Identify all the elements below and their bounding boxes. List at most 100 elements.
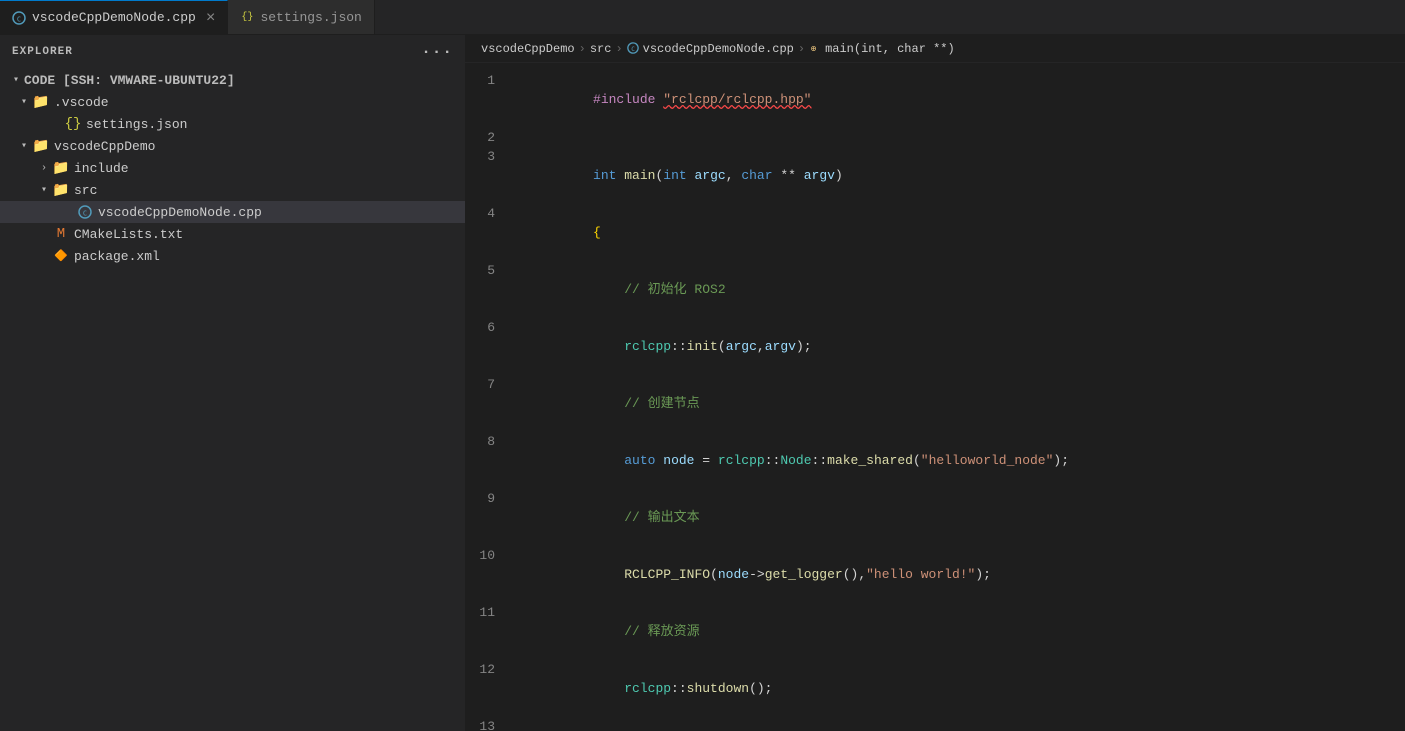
- line-code-6: rclcpp::init(argc,argv);: [515, 318, 812, 375]
- line-num-1: 1: [465, 71, 515, 90]
- xml-icon: 🔶: [52, 249, 70, 263]
- svg-text:C: C: [631, 46, 635, 53]
- code-line-8: 8 auto node = rclcpp::Node::make_shared(…: [465, 432, 1405, 489]
- tree-root[interactable]: ▾ CODE [SSH: VMWARE-UBUNTU22]: [0, 69, 465, 91]
- sep1: ›: [579, 42, 586, 56]
- cmake-icon: M: [52, 226, 70, 242]
- line-num-5: 5: [465, 261, 515, 280]
- tree-item-cmake[interactable]: M CMakeLists.txt: [0, 223, 465, 245]
- line-code-9: // 输出文本: [515, 489, 700, 546]
- vscodecppdemo-label: vscodeCppDemo: [54, 139, 155, 154]
- breadcrumb-project: vscodeCppDemo: [481, 42, 575, 56]
- line-num-9: 9: [465, 489, 515, 508]
- code-line-6: 6 rclcpp::init(argc,argv);: [465, 318, 1405, 375]
- line-code-1: #include "rclcpp/rclcpp.hpp": [515, 71, 811, 128]
- project-folder-icon: 📁: [32, 138, 50, 155]
- tab-cpp-label: vscodeCppDemoNode.cpp: [32, 10, 196, 25]
- tree-item-settings-json[interactable]: {} settings.json: [0, 113, 465, 135]
- tab-cpp-close[interactable]: ×: [206, 10, 216, 26]
- breadcrumb-filename: vscodeCppDemoNode.cpp: [643, 42, 794, 56]
- code-line-2: 2: [465, 128, 1405, 147]
- vscode-folder-label: .vscode: [54, 95, 109, 110]
- code-line-11: 11 // 释放资源: [465, 603, 1405, 660]
- include-label: include: [74, 161, 129, 176]
- line-num-13: 13: [465, 717, 515, 731]
- main-layout: EXPLORER ··· ▾ CODE [SSH: VMWARE-UBUNTU2…: [0, 35, 1405, 731]
- breadcrumb-function: main(int, char **): [825, 42, 955, 56]
- breadcrumb-function-icon: ⊕: [809, 42, 821, 56]
- more-options-icon[interactable]: ···: [421, 43, 453, 61]
- tab-json-label: settings.json: [260, 10, 361, 25]
- cppnode-label: vscodeCppDemoNode.cpp: [98, 205, 262, 220]
- settings-json-label: settings.json: [86, 117, 187, 132]
- src-label: src: [74, 183, 97, 198]
- json-file-icon: {}: [240, 10, 254, 24]
- breadcrumb-src: src: [590, 42, 612, 56]
- tree-item-cppnode[interactable]: C vscodeCppDemoNode.cpp: [0, 201, 465, 223]
- src-folder-icon: 📁: [52, 182, 70, 199]
- line-code-4: {: [515, 204, 601, 261]
- root-label: CODE [SSH: VMWARE-UBUNTU22]: [24, 73, 235, 88]
- svg-text:C: C: [17, 15, 21, 23]
- code-line-10: 10 RCLCPP_INFO(node->get_logger(),"hello…: [465, 546, 1405, 603]
- tree-item-src[interactable]: ▾ 📁 src: [0, 179, 465, 201]
- code-line-3: 3 int main(int argc, char ** argv): [465, 147, 1405, 204]
- svg-text:⊕: ⊕: [811, 44, 817, 55]
- line-num-10: 10: [465, 546, 515, 565]
- line-num-3: 3: [465, 147, 515, 166]
- tree-item-include[interactable]: › 📁 include: [0, 157, 465, 179]
- include-arrow: ›: [36, 163, 52, 174]
- line-num-12: 12: [465, 660, 515, 679]
- code-line-13: 13 return 0;: [465, 717, 1405, 731]
- tree-item-vscodecppdemo[interactable]: ▾ 📁 vscodeCppDemo: [0, 135, 465, 157]
- sep2: ›: [615, 42, 622, 56]
- include-folder-icon: 📁: [52, 160, 70, 177]
- cpp-file-icon: C: [12, 11, 26, 25]
- sidebar-header: EXPLORER ···: [0, 35, 465, 69]
- sidebar-title: EXPLORER: [12, 46, 73, 58]
- src-arrow: ▾: [36, 184, 52, 196]
- root-arrow: ▾: [8, 74, 24, 86]
- tree-item-xml[interactable]: 🔶 package.xml: [0, 245, 465, 267]
- breadcrumb-cpp-icon: C: [627, 42, 639, 56]
- vscodecppdemo-arrow: ▾: [16, 140, 32, 152]
- code-line-7: 7 // 创建节点: [465, 375, 1405, 432]
- breadcrumb: vscodeCppDemo › src › C vscodeCppDemoNod…: [465, 35, 1405, 63]
- line-num-8: 8: [465, 432, 515, 451]
- svg-text:C: C: [83, 210, 87, 218]
- xml-label: package.xml: [74, 249, 160, 264]
- line-code-8: auto node = rclcpp::Node::make_shared("h…: [515, 432, 1069, 489]
- line-code-7: // 创建节点: [515, 375, 700, 432]
- code-line-12: 12 rclcpp::shutdown();: [465, 660, 1405, 717]
- cmake-label: CMakeLists.txt: [74, 227, 183, 242]
- code-line-5: 5 // 初始化 ROS2: [465, 261, 1405, 318]
- sidebar: EXPLORER ··· ▾ CODE [SSH: VMWARE-UBUNTU2…: [0, 35, 465, 731]
- line-num-11: 11: [465, 603, 515, 622]
- line-num-2: 2: [465, 128, 515, 147]
- line-num-7: 7: [465, 375, 515, 394]
- tab-bar: C vscodeCppDemoNode.cpp × {} settings.js…: [0, 0, 1405, 35]
- code-line-9: 9 // 输出文本: [465, 489, 1405, 546]
- file-tree: ▾ CODE [SSH: VMWARE-UBUNTU22] ▾ 📁 .vscod…: [0, 69, 465, 731]
- line-code-10: RCLCPP_INFO(node->get_logger(),"hello wo…: [515, 546, 991, 603]
- code-line-1: 1 #include "rclcpp/rclcpp.hpp": [465, 71, 1405, 128]
- line-num-4: 4: [465, 204, 515, 223]
- line-code-11: // 释放资源: [515, 603, 700, 660]
- line-code-13: return 0;: [515, 717, 694, 731]
- line-code-3: int main(int argc, char ** argv): [515, 147, 843, 204]
- code-line-4: 4 {: [465, 204, 1405, 261]
- line-code-12: rclcpp::shutdown();: [515, 660, 772, 717]
- tab-json[interactable]: {} settings.json: [228, 0, 374, 34]
- cppnode-icon: C: [76, 205, 94, 219]
- editor-area: vscodeCppDemo › src › C vscodeCppDemoNod…: [465, 35, 1405, 731]
- sep3: ›: [798, 42, 805, 56]
- tree-item-vscode[interactable]: ▾ 📁 .vscode: [0, 91, 465, 113]
- line-num-6: 6: [465, 318, 515, 337]
- sidebar-header-icons: ···: [421, 43, 453, 61]
- tab-cpp[interactable]: C vscodeCppDemoNode.cpp ×: [0, 0, 228, 34]
- line-code-5: // 初始化 ROS2: [515, 261, 726, 318]
- folder-icon: 📁: [32, 94, 50, 111]
- vscode-arrow: ▾: [16, 96, 32, 108]
- json-icon: {}: [64, 116, 82, 132]
- code-editor[interactable]: 1 #include "rclcpp/rclcpp.hpp" 2 3 int m…: [465, 63, 1405, 731]
